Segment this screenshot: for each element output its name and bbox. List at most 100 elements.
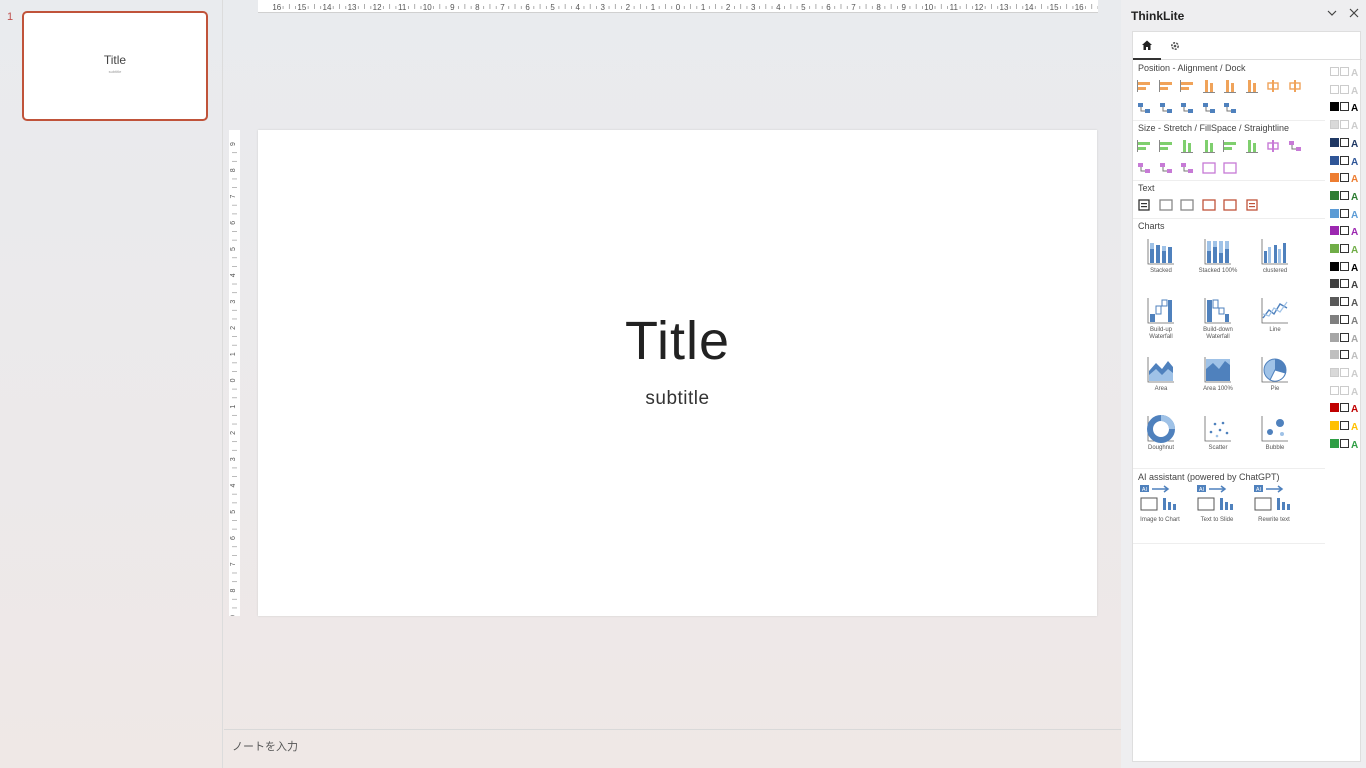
stretch-2-icon[interactable] [1158, 139, 1173, 153]
dock-1-icon[interactable] [1137, 101, 1151, 115]
color-swatch[interactable]: A [1330, 260, 1360, 274]
close-icon[interactable] [1347, 8, 1361, 22]
text-tool-6-icon[interactable] [1245, 198, 1259, 212]
chart-builddown-button[interactable]: Build-down Waterfall [1196, 296, 1240, 341]
chart-buildup-button[interactable]: Build-up Waterfall [1139, 296, 1183, 341]
chart-clustered-button[interactable]: clustered [1253, 237, 1297, 275]
color-swatch[interactable]: A [1330, 171, 1360, 185]
pane-tabs [1133, 32, 1362, 60]
section-position: Position - Alignment / Dock [1133, 61, 1325, 121]
text-tool-3-icon[interactable] [1180, 198, 1194, 212]
ruler-tick-label: 8 [230, 168, 237, 172]
color-swatch[interactable]: A [1330, 366, 1360, 380]
swatch-letter: A [1351, 157, 1358, 167]
text-tool-2-icon[interactable] [1158, 198, 1173, 212]
slide-subtitle[interactable]: subtitle [258, 388, 1097, 410]
color-swatch[interactable]: A [1330, 118, 1360, 132]
ruler-tick-label: 7 [230, 562, 237, 566]
color-swatch[interactable]: A [1330, 401, 1360, 415]
stretch-8-icon[interactable] [1288, 139, 1302, 153]
color-swatch[interactable]: A [1330, 348, 1360, 362]
ruler-tick-label: 2 [626, 3, 631, 12]
ai-text2slide-icon: AI [1197, 485, 1233, 511]
vertical-ruler[interactable]: 9 8 7 6 5 4 3 2 1 0 1 2 3 4 5 6 7 8 9 [229, 130, 240, 616]
align-7-icon[interactable] [1266, 79, 1280, 93]
color-swatch[interactable]: A [1330, 136, 1360, 150]
notes-pane[interactable]: ノートを入力 [224, 729, 1121, 768]
swatch-letter: A [1351, 440, 1358, 450]
color-swatch[interactable]: A [1330, 242, 1360, 256]
text-tool-5-icon[interactable] [1223, 198, 1237, 212]
chart-pie-button[interactable]: Pie [1253, 355, 1297, 393]
straightline-1-icon[interactable] [1137, 161, 1151, 175]
dock-5-icon[interactable] [1223, 101, 1237, 115]
slide-thumbnail-1[interactable]: Title subtitle [22, 11, 208, 121]
align-1-icon[interactable] [1137, 79, 1151, 93]
color-swatch[interactable]: A [1330, 313, 1360, 327]
chart-doughnut-button[interactable]: Doughnut [1139, 414, 1183, 452]
stretch-4-icon[interactable] [1202, 139, 1216, 153]
stretch-5-icon[interactable] [1223, 139, 1237, 153]
color-swatch[interactable]: A [1330, 384, 1360, 398]
chart-label: Stacked [1150, 268, 1172, 274]
color-swatch[interactable]: A [1330, 277, 1360, 291]
color-swatch[interactable]: A [1330, 437, 1360, 451]
chart-label: Bubble [1265, 445, 1285, 451]
align-8-icon[interactable] [1288, 79, 1302, 93]
thumbnail-title: Title [103, 53, 127, 67]
text-tool-4-icon[interactable] [1201, 198, 1216, 212]
align-6-icon[interactable] [1245, 79, 1259, 93]
ai-img2chart-icon: AI [1140, 485, 1176, 511]
color-swatch[interactable]: A [1330, 65, 1360, 79]
dock-3-icon[interactable] [1180, 101, 1194, 115]
horizontal-ruler[interactable]: 16 15 14 13 12 11 10 9 8 7 6 5 4 3 2 1 0 1 2 3 4 5 6 7 8 9 10 11 12 1… [258, 0, 1098, 13]
align-2-icon[interactable] [1158, 79, 1173, 93]
color-swatch[interactable]: A [1330, 83, 1360, 97]
straightline-2-icon[interactable] [1159, 161, 1173, 175]
section-title-charts: Charts [1138, 221, 1165, 231]
straightline-4-icon[interactable] [1201, 161, 1216, 175]
ai-badge: AI [1142, 487, 1148, 493]
slide-title[interactable]: Title [258, 310, 1097, 372]
chart-area-button[interactable]: Area [1139, 355, 1183, 393]
straightline-5-icon[interactable] [1223, 161, 1237, 175]
swatch-letter: A [1351, 210, 1358, 220]
color-swatch[interactable]: A [1330, 331, 1360, 345]
ai-text2slide-button[interactable]: AI Text to Slide [1195, 484, 1239, 524]
straightline-3-icon[interactable] [1180, 161, 1194, 175]
color-swatch[interactable]: A [1330, 154, 1360, 168]
dock-4-icon[interactable] [1202, 101, 1216, 115]
color-swatch[interactable]: A [1330, 207, 1360, 221]
color-swatch[interactable]: A [1330, 189, 1360, 203]
align-3-icon[interactable] [1180, 79, 1194, 93]
chart-builddown-icon [1204, 298, 1231, 324]
dock-2-icon[interactable] [1159, 101, 1173, 115]
stretch-1-icon[interactable] [1137, 139, 1151, 153]
ai-img2chart-button[interactable]: AI Image to Chart [1138, 484, 1182, 524]
chart-stacked-button[interactable]: Stacked [1139, 237, 1183, 275]
color-swatch[interactable]: A [1330, 100, 1360, 114]
ai-rewrite-button[interactable]: AI Rewrite text [1252, 484, 1296, 524]
chart-stacked100-button[interactable]: Stacked 100% [1196, 237, 1240, 275]
color-swatch[interactable]: A [1330, 419, 1360, 433]
stretch-6-icon[interactable] [1245, 139, 1259, 153]
slide-canvas[interactable]: Title subtitle [258, 130, 1097, 616]
color-swatch[interactable]: A [1330, 295, 1360, 309]
chart-line-button[interactable]: Line [1253, 296, 1297, 334]
chart-area100-button[interactable]: Area 100% [1196, 355, 1240, 393]
chart-bubble-button[interactable]: Bubble [1253, 414, 1297, 452]
text-tool-1-icon[interactable] [1137, 198, 1151, 212]
tab-home[interactable] [1133, 32, 1161, 60]
chart-scatter-button[interactable]: Scatter [1196, 414, 1240, 452]
tab-settings[interactable] [1161, 32, 1189, 60]
color-swatch[interactable]: A [1330, 224, 1360, 238]
stretch-3-icon[interactable] [1180, 139, 1194, 153]
align-4-icon[interactable] [1202, 79, 1216, 93]
section-title-ai: AI assistant (powered by ChatGPT) [1138, 472, 1280, 482]
stretch-7-icon[interactable] [1266, 139, 1280, 153]
ruler-tick-label: 16 [1075, 3, 1084, 12]
align-5-icon[interactable] [1223, 79, 1237, 93]
swatch-letter: A [1351, 245, 1358, 255]
chart-buildup-icon [1147, 298, 1174, 324]
chevron-down-icon[interactable] [1325, 8, 1339, 22]
